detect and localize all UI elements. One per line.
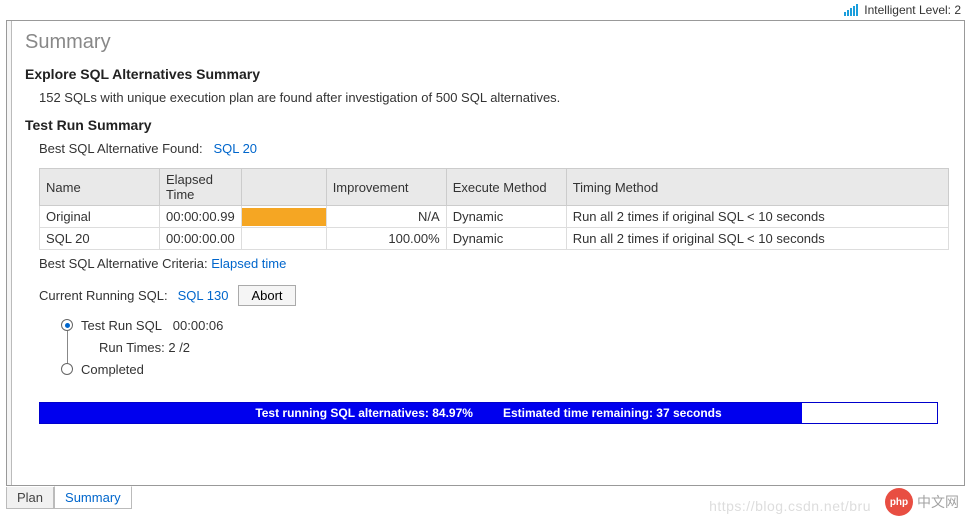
cell-exec: Dynamic [446, 206, 566, 228]
explore-body: 152 SQLs with unique execution plan are … [39, 90, 952, 105]
timeline: Test Run SQL 00:00:06 Run Times: 2 /2 Co… [61, 316, 952, 378]
panel-splitter[interactable] [7, 21, 12, 485]
abort-button[interactable]: Abort [238, 285, 295, 306]
results-table: Name Elapsed Time Improvement Execute Me… [39, 168, 949, 250]
watermark: php 中文网 [885, 488, 959, 516]
progress-text-right: Estimated time remaining: 37 seconds [503, 406, 722, 420]
col-bar [241, 169, 326, 206]
intelligent-level-label: Intelligent Level: 2 [864, 3, 961, 17]
running-label: Current Running SQL: [39, 288, 168, 303]
col-timing[interactable]: Timing Method [566, 169, 948, 206]
table-row[interactable]: SQL 20 00:00:00.00 100.00% Dynamic Run a… [40, 228, 949, 250]
cell-bar [241, 228, 326, 250]
timeline-completed: Completed [81, 362, 144, 377]
watermark-site: 中文网 [917, 492, 959, 512]
cell-elapsed: 00:00:00.99 [160, 206, 242, 228]
col-elapsed[interactable]: Elapsed Time [160, 169, 242, 206]
summary-panel: Summary Explore SQL Alternatives Summary… [6, 20, 965, 486]
timeline-step-label: Test Run SQL [81, 318, 162, 333]
cell-timing: Run all 2 times if original SQL < 10 sec… [566, 206, 948, 228]
cell-name: Original [40, 206, 160, 228]
col-exec[interactable]: Execute Method [446, 169, 566, 206]
cell-improvement: N/A [326, 206, 446, 228]
criteria-label: Best SQL Alternative Criteria: [39, 256, 208, 271]
best-sql-label: Best SQL Alternative Found: [39, 141, 203, 156]
cell-improvement: 100.00% [326, 228, 446, 250]
cell-bar [241, 206, 326, 228]
table-row[interactable]: Original 00:00:00.99 N/A Dynamic Run all… [40, 206, 949, 228]
watermark-url: https://blog.csdn.net/bru [709, 498, 871, 514]
tab-plan[interactable]: Plan [6, 487, 54, 509]
best-sql-link[interactable]: SQL 20 [213, 141, 257, 156]
col-improvement[interactable]: Improvement [326, 169, 446, 206]
running-sql-link[interactable]: SQL 130 [178, 288, 229, 303]
timeline-step-time: 00:00:06 [173, 318, 224, 333]
cell-name: SQL 20 [40, 228, 160, 250]
explore-heading: Explore SQL Alternatives Summary [25, 66, 952, 82]
tab-summary[interactable]: Summary [54, 486, 132, 509]
col-name[interactable]: Name [40, 169, 160, 206]
signal-icon [844, 4, 858, 16]
progress-bar: Test running SQL alternatives: 84.97% Es… [39, 402, 938, 424]
cell-elapsed: 00:00:00.00 [160, 228, 242, 250]
timeline-bullet-icon [61, 363, 73, 375]
timeline-runtimes: Run Times: 2 /2 [99, 340, 190, 355]
criteria-link[interactable]: Elapsed time [211, 256, 286, 271]
cell-exec: Dynamic [446, 228, 566, 250]
php-badge-icon: php [885, 488, 913, 516]
progress-text-left: Test running SQL alternatives: 84.97% [255, 406, 473, 420]
timeline-bullet-active-icon [61, 319, 73, 331]
cell-timing: Run all 2 times if original SQL < 10 sec… [566, 228, 948, 250]
page-title: Summary [25, 31, 952, 54]
testrun-heading: Test Run Summary [25, 117, 952, 133]
